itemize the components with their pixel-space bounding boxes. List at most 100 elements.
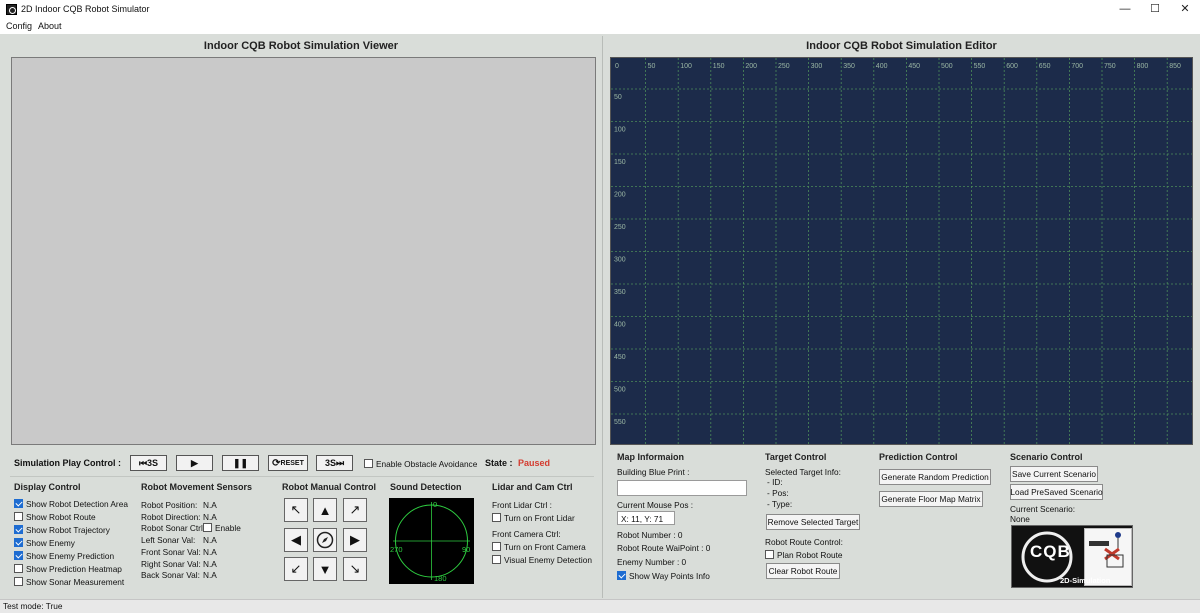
obstacle-avoidance-checkbox[interactable]: Enable Obstacle Avoidance (364, 459, 477, 469)
display-option-checkbox[interactable] (14, 577, 23, 586)
blueprint-label: Building Blue Print : (617, 467, 690, 477)
obstacle-label: Enable Obstacle Avoidance (376, 459, 478, 469)
sensor-value[interactable]: Enable (203, 523, 241, 533)
front-lidar-checkbox[interactable]: Turn on Front Lidar (492, 513, 575, 523)
sensor-value: N.A (203, 535, 217, 546)
display-option-checkbox[interactable] (14, 512, 23, 521)
y-tick-label: 500 (614, 387, 626, 394)
y-tick-label: 550 (614, 419, 626, 426)
y-tick-label: 350 (614, 289, 626, 296)
maximize-icon[interactable]: ☐ (1140, 0, 1170, 19)
divider (10, 476, 594, 477)
move-down-button[interactable]: ▼ (313, 557, 337, 581)
move-down-left-button[interactable]: ↙ (284, 557, 308, 581)
plan-route-checkbox[interactable]: Plan Robot Route (765, 550, 843, 560)
simulation-editor[interactable]: 0 50 100 150 200 250 300 350 400 450 500 550 600 650 7… (610, 57, 1193, 445)
floor-map-button[interactable]: Generate Floor Map Matrix (879, 491, 983, 507)
remove-target-button[interactable]: Remove Selected Target (766, 514, 860, 530)
sound-radar: 0 90 180 270 (389, 498, 474, 584)
display-option-checkbox[interactable] (14, 564, 23, 573)
y-tick-label: 450 (614, 354, 626, 361)
move-up-right-button[interactable]: ↗ (343, 498, 367, 522)
move-right-button[interactable]: ▶ (343, 528, 367, 552)
move-up-button[interactable]: ▲ (313, 498, 337, 522)
logo-subtext: 2D-Simulation (1060, 576, 1111, 585)
skip-back-icon: ⏮ (138, 457, 148, 468)
y-tick-label: 50 (614, 94, 622, 101)
front-camera-cb-label: Turn on Front Camera (504, 542, 586, 552)
pause-button[interactable]: ❚❚ (222, 455, 259, 471)
front-lidar-cb-label: Turn on Front Lidar (504, 513, 575, 523)
clear-route-button[interactable]: Clear Robot Route (766, 563, 840, 579)
plan-route-cb-label: Plan Robot Route (777, 550, 843, 560)
simulation-viewer[interactable] (11, 57, 596, 445)
radar-east-label: 90 (462, 545, 471, 554)
sensor-value: N.A (203, 546, 217, 557)
app-icon (6, 4, 17, 15)
map-info-title: Map Informaion (617, 452, 684, 462)
save-scenario-button[interactable]: Save Current Scenario (1010, 466, 1098, 482)
sensor-value: N.A (203, 570, 217, 581)
display-option-checkbox[interactable] (14, 551, 23, 560)
front-camera-box[interactable] (492, 542, 501, 551)
display-option-label: Show Robot Route (26, 512, 96, 522)
x-tick-label: 200 (745, 63, 757, 70)
display-option-2[interactable]: Show Robot Trajectory (14, 525, 110, 535)
visual-detection-box[interactable] (492, 555, 501, 564)
lidar-title: Lidar and Cam Ctrl (492, 482, 573, 492)
menu-about[interactable]: About (38, 21, 62, 31)
arrow-up-icon: ▲ (318, 502, 332, 518)
play-button[interactable]: ▶ (176, 455, 213, 471)
random-prediction-button[interactable]: Generate Random Prediction (879, 469, 991, 485)
display-option-label: Show Prediction Heatmap (26, 564, 122, 574)
move-down-right-button[interactable]: ↘ (343, 557, 367, 581)
sensor-label: Back Sonar Val: (141, 570, 200, 581)
display-option-checkbox[interactable] (14, 499, 23, 508)
display-option-3[interactable]: Show Enemy (14, 538, 75, 548)
radar-graphic (393, 502, 470, 580)
reset-icon: ⟳ (272, 457, 281, 469)
x-tick-label: 600 (1006, 63, 1018, 70)
load-scenario-button[interactable]: Load PreSaved Scenario (1010, 484, 1103, 500)
arrow-up-right-icon: ↗ (349, 502, 361, 517)
enemy-number: Enemy Number : 0 (617, 557, 687, 567)
plan-route-box[interactable] (765, 550, 774, 559)
display-option-checkbox[interactable] (14, 538, 23, 547)
sonar-enable-label: Enable (215, 523, 241, 534)
display-option-5[interactable]: Show Prediction Heatmap (14, 564, 122, 574)
play-control-label: Simulation Play Control : (14, 458, 122, 468)
x-tick-label: 500 (941, 63, 953, 70)
display-option-label: Show Robot Detection Area (26, 499, 128, 509)
display-option-1[interactable]: Show Robot Route (14, 512, 96, 522)
visual-detection-checkbox[interactable]: Visual Enemy Detection (492, 555, 592, 565)
sensor-label: Right Sonar Val: (141, 558, 201, 569)
display-option-4[interactable]: Show Enemy Prediction (14, 551, 114, 561)
display-option-checkbox[interactable] (14, 525, 23, 534)
move-up-left-button[interactable]: ↖ (284, 498, 308, 522)
sensor-label: Left Sonar Val: (141, 535, 196, 546)
sensors-title: Robot Movement Sensors (141, 482, 253, 492)
waypoints-box[interactable] (617, 571, 626, 580)
move-left-button[interactable]: ◀ (284, 528, 308, 552)
sonar-enable-checkbox[interactable] (203, 523, 212, 533)
display-option-6[interactable]: Show Sonar Measurement (14, 577, 124, 587)
panel-divider (602, 36, 603, 598)
target-pos: - Pos: (767, 488, 789, 498)
obstacle-checkbox-box[interactable] (364, 459, 373, 468)
fwd-3s-button[interactable]: 3S ⏭ (316, 455, 353, 471)
x-tick-label: 750 (1104, 63, 1116, 70)
compass-button[interactable] (313, 528, 337, 552)
target-id: - ID: (767, 477, 783, 487)
display-option-0[interactable]: Show Robot Detection Area (14, 499, 128, 509)
arrow-up-left-icon: ↖ (290, 502, 302, 517)
front-lidar-box[interactable] (492, 513, 501, 522)
close-icon[interactable]: ✕ (1170, 0, 1200, 19)
blueprint-field[interactable] (617, 480, 747, 496)
x-tick-label: 800 (1137, 63, 1149, 70)
minimize-icon[interactable]: — (1110, 0, 1140, 19)
back-3s-button[interactable]: ⏮ 3S (130, 455, 167, 471)
waypoints-checkbox[interactable]: Show Way Points Info (617, 571, 710, 581)
front-camera-checkbox[interactable]: Turn on Front Camera (492, 542, 586, 552)
menu-config[interactable]: Config (6, 21, 32, 31)
reset-button[interactable]: ⟳ RESET (268, 455, 308, 471)
